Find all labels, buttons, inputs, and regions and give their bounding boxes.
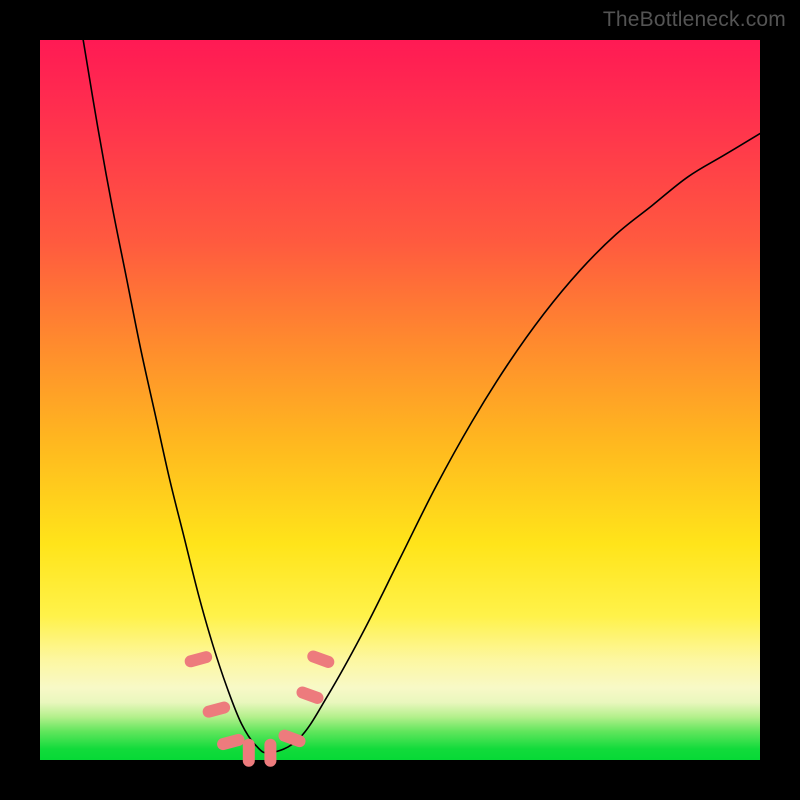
curve-marker (264, 739, 276, 767)
curve-marker (216, 733, 246, 752)
plot-area (40, 40, 760, 760)
curve-marker (295, 685, 325, 706)
curve-marker (277, 728, 307, 749)
curve-marker (201, 700, 231, 719)
curve-marker (243, 739, 255, 767)
chart-frame: TheBottleneck.com (0, 0, 800, 800)
curve-marker (183, 650, 213, 669)
curve-layer (40, 40, 760, 760)
curve-marker (306, 649, 336, 670)
watermark-text: TheBottleneck.com (603, 8, 786, 32)
bottleneck-curve (83, 40, 760, 753)
